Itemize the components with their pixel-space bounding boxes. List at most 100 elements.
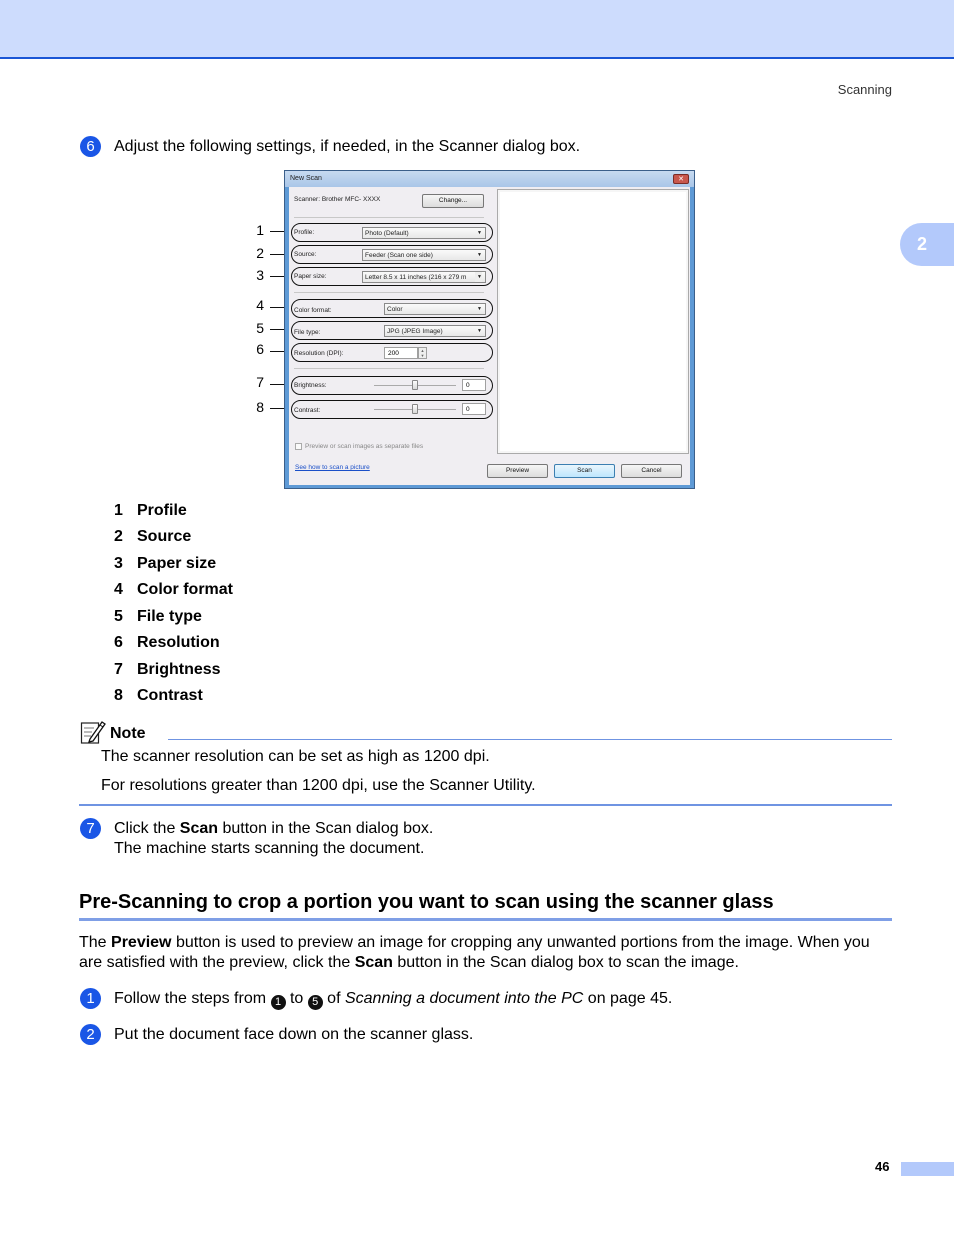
callout-number: 6	[256, 341, 264, 357]
dialog-title: New Scan	[285, 171, 694, 187]
legend-label: File type	[137, 608, 202, 625]
source-select[interactable]: Feeder (Scan one side) ▼	[362, 249, 486, 261]
spin-down-icon[interactable]: ▼	[419, 353, 426, 358]
text-run: The	[79, 934, 112, 951]
brightness-label: Brightness:	[294, 382, 327, 389]
divider	[294, 368, 484, 369]
cross-reference-link[interactable]: Scanning a document into the PC	[345, 990, 583, 1007]
preview-pane[interactable]	[497, 189, 689, 454]
brightness-slider-thumb[interactable]	[412, 380, 418, 390]
legend-item: 1 Profile	[114, 502, 187, 520]
legend-number: 7	[114, 661, 123, 678]
paper-size-label: Paper size:	[294, 273, 327, 280]
bold-text: Scan	[354, 954, 393, 971]
callout-number: 4	[256, 297, 264, 313]
running-title: Scanning	[837, 82, 892, 97]
contrast-input[interactable]: 0	[462, 403, 486, 415]
source-value: Feeder (Scan one side)	[365, 252, 433, 259]
dialog-body: Scanner: Brother MFC- XXXX Change... Pro…	[289, 187, 690, 485]
contrast-slider-thumb[interactable]	[412, 404, 418, 414]
step-text: Follow the steps from 1 to 5 of Scanning…	[114, 989, 672, 1010]
legend-label: Contrast	[137, 687, 203, 704]
bold-text: Preview	[111, 934, 172, 951]
step-text: Put the document face down on the scanne…	[114, 1026, 474, 1043]
chevron-down-icon: ▼	[475, 272, 482, 282]
legend-item: 3 Paper size	[114, 555, 216, 573]
legend-label: Color format	[137, 581, 233, 598]
step-number-badge: 1	[80, 988, 101, 1009]
legend-number: 5	[114, 608, 123, 625]
legend-number: 1	[114, 502, 123, 519]
file-type-label: File type:	[294, 329, 321, 336]
note-bottom-rule	[79, 804, 892, 806]
color-format-label: Color format:	[294, 307, 332, 314]
legend-label: Brightness	[137, 661, 221, 678]
text-run: on page 45.	[583, 990, 673, 1007]
scanner-label: Scanner: Brother MFC- XXXX	[294, 196, 381, 203]
file-type-value: JPG (JPEG Image)	[387, 328, 443, 335]
text-run: button in the Scan dialog box to scan th…	[392, 954, 739, 971]
legend-number: 3	[114, 555, 123, 572]
legend-item: 6 Resolution	[114, 634, 220, 652]
paper-size-select[interactable]: Letter 8.5 x 11 inches (216 x 279 m ▼	[362, 271, 486, 283]
chapter-tab: 2	[900, 223, 954, 266]
preview-button[interactable]: Preview	[487, 464, 548, 478]
text-run: Click the	[114, 820, 180, 837]
separate-files-checkbox[interactable]	[295, 443, 302, 450]
legend-item: 7 Brightness	[114, 661, 221, 679]
scan-button[interactable]: Scan	[554, 464, 615, 478]
legend-item: 2 Source	[114, 528, 191, 546]
separate-files-label: Preview or scan images as separate files	[305, 443, 424, 450]
cancel-button[interactable]: Cancel	[621, 464, 682, 478]
text-run: of	[322, 990, 345, 1007]
step-text: Click the Scan button in the Scan dialog…	[114, 819, 433, 839]
legend-number: 8	[114, 687, 123, 704]
callout-number: 2	[256, 245, 264, 261]
help-link[interactable]: See how to scan a picture	[295, 464, 370, 471]
text-run: to	[285, 990, 308, 1007]
note-divider	[168, 739, 892, 740]
legend-number: 2	[114, 528, 123, 545]
contrast-label: Contrast:	[294, 407, 321, 414]
legend-item: 8 Contrast	[114, 687, 203, 705]
section-heading: Pre-Scanning to crop a portion you want …	[79, 891, 774, 913]
header-band	[0, 0, 954, 59]
callout-number: 7	[256, 374, 264, 390]
callout-number: 5	[256, 320, 264, 336]
legend-label: Paper size	[137, 555, 217, 572]
text-run: button in the Scan dialog box.	[218, 820, 434, 837]
step-number-badge: 2	[80, 1024, 101, 1045]
page-number: 46	[875, 1159, 890, 1174]
section-paragraph: The Preview button is used to preview an…	[79, 933, 894, 973]
text-run: Follow the steps from	[114, 990, 271, 1007]
legend-number: 4	[114, 581, 123, 598]
close-icon[interactable]: ✕	[673, 174, 689, 184]
legend-label: Resolution	[137, 634, 220, 651]
legend-item: 5 File type	[114, 608, 202, 626]
note-line: The scanner resolution can be set as hig…	[101, 748, 490, 765]
legend-label: Profile	[137, 502, 187, 519]
step-number-badge: 7	[80, 818, 101, 839]
divider	[294, 217, 484, 218]
legend-label: Source	[137, 528, 192, 545]
file-type-select[interactable]: JPG (JPEG Image) ▼	[384, 325, 486, 337]
legend-number: 6	[114, 634, 123, 651]
new-scan-dialog: New Scan ✕ Scanner: Brother MFC- XXXX Ch…	[284, 170, 695, 489]
note-pencil-icon	[80, 719, 106, 745]
source-label: Source:	[294, 251, 317, 258]
callout-number: 1	[256, 222, 264, 238]
note-line: For resolutions greater than 1200 dpi, u…	[101, 777, 536, 794]
profile-value: Photo (Default)	[365, 230, 409, 237]
change-button[interactable]: Change...	[422, 194, 484, 208]
bold-text: Scan	[179, 820, 219, 837]
chapter-number: 2	[916, 234, 927, 254]
color-format-select[interactable]: Color ▼	[384, 303, 486, 315]
profile-select[interactable]: Photo (Default) ▼	[362, 227, 486, 239]
resolution-spinner[interactable]: ▲ ▼	[418, 347, 427, 359]
callout-number: 8	[256, 399, 264, 415]
chevron-down-icon: ▼	[477, 328, 482, 334]
brightness-input[interactable]: 0	[462, 379, 486, 391]
legend-item: 4 Color format	[114, 581, 233, 599]
footer-bar	[901, 1162, 954, 1176]
resolution-input[interactable]: 200	[384, 347, 418, 359]
